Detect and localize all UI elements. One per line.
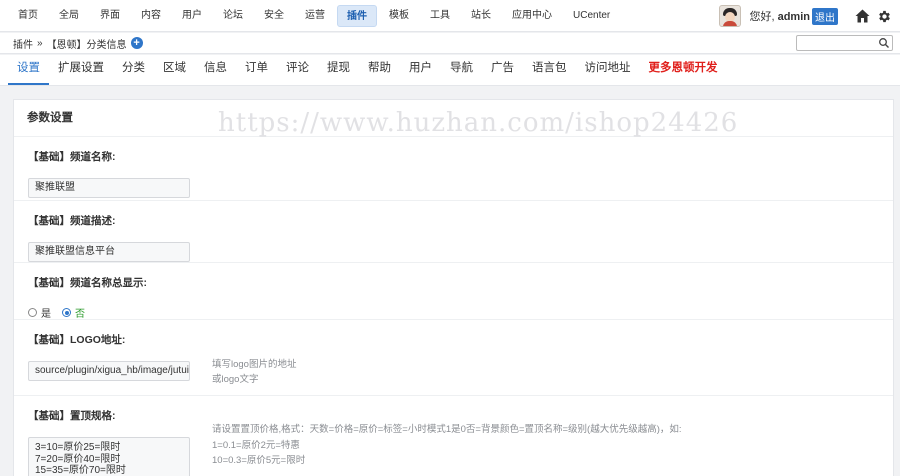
breadcrumb-current: 【恩顿】分类信息 [46, 39, 127, 51]
breadcrumb: 插件 » 【恩顿】分类信息 + [0, 33, 900, 54]
top-rules-hint-line-1: 请设置置顶价格,格式：天数=价格=原价=标签=小时模式1是0否=背景颜色=置顶名… [212, 424, 682, 435]
tab-categories[interactable]: 分类 [113, 54, 154, 85]
top-rules-line: 7=20=原价40=限时 [35, 453, 121, 465]
show-name-label: 【基础】频道名称总显示: [28, 277, 147, 289]
tab-access-url[interactable]: 访问地址 [576, 54, 640, 85]
panel-title: 参数设置 [14, 100, 893, 137]
search-icon[interactable] [878, 37, 890, 49]
gear-icon[interactable] [876, 8, 892, 24]
search-box [796, 35, 893, 52]
nav-item-operations[interactable]: 运营 [296, 5, 334, 27]
radio-yes[interactable] [28, 308, 37, 317]
user-greeting: 您好, admin [749, 11, 810, 23]
nav-item-home[interactable]: 首页 [9, 5, 47, 27]
logout-button[interactable]: 退出 [812, 7, 838, 25]
tab-ads[interactable]: 广告 [482, 54, 523, 85]
tab-users[interactable]: 用户 [400, 54, 441, 85]
nav-item-security[interactable]: 安全 [255, 5, 293, 27]
user-area: 您好, admin 退出 [719, 4, 892, 28]
show-name-radio-group: 是 否 [28, 305, 893, 320]
top-rules-line: 3=10=原价25=限时 [35, 442, 121, 453]
channel-name-label: 【基础】频道名称: [28, 151, 116, 163]
nav-item-webmaster[interactable]: 站长 [462, 5, 500, 27]
nav-item-plugins[interactable]: 插件 [337, 4, 377, 27]
username: admin [777, 11, 810, 23]
section-channel-name: 【基础】频道名称: 聚推联盟 [14, 137, 893, 201]
nav-item-content[interactable]: 内容 [132, 5, 170, 27]
nav-item-interface[interactable]: 界面 [91, 5, 129, 27]
tab-settings[interactable]: 设置 [8, 54, 49, 85]
nav-item-app-center[interactable]: 应用中心 [503, 5, 561, 27]
nav-item-ucenter[interactable]: UCenter [564, 5, 619, 27]
logo-hint-line-2: 或logo文字 [212, 374, 259, 385]
tab-orders[interactable]: 订单 [236, 54, 277, 85]
channel-desc-input[interactable]: 聚推联盟信息平台 [28, 242, 190, 262]
nav-item-forum[interactable]: 论坛 [214, 5, 252, 27]
nav-item-global[interactable]: 全局 [50, 5, 88, 27]
tab-language-pack[interactable]: 语言包 [523, 54, 576, 85]
logo-label: 【基础】LOGO地址: [28, 334, 126, 346]
search-input[interactable] [797, 37, 877, 52]
top-rules-hint: 请设置置顶价格,格式：天数=价格=原价=标签=小时模式1是0否=背景颜色=置顶名… [212, 422, 682, 469]
top-rules-textarea[interactable]: 3=10=原价25=限时 7=20=原价40=限时 15=35=原价70=限时 [28, 437, 190, 476]
top-rules-hint-line-3: 10=0.3=原价5元=限时 [212, 455, 306, 466]
radio-no[interactable] [62, 308, 71, 317]
home-icon[interactable] [854, 8, 870, 24]
section-channel-desc: 【基础】频道描述: 聚推联盟信息平台 [14, 201, 893, 263]
top-rules-label: 【基础】置顶规格: [28, 410, 116, 422]
nav-item-templates[interactable]: 模板 [380, 5, 418, 27]
section-top-rules: 【基础】置顶规格: 3=10=原价25=限时 7=20=原价40=限时 15=3… [14, 396, 893, 476]
radio-yes-label[interactable]: 是 [41, 305, 51, 320]
logo-url-input[interactable]: source/plugin/xigua_hb/image/jutuilo [28, 361, 190, 381]
top-rules-hint-line-2: 1=0.1=原价2元=特惠 [212, 439, 300, 451]
tab-withdraw[interactable]: 提现 [318, 54, 359, 85]
top-rules-line: 15=35=原价70=限时 [35, 465, 126, 476]
logo-hint-line-1: 填写logo图片的地址 [212, 359, 297, 370]
avatar[interactable] [719, 5, 742, 27]
more-developer-link[interactable]: 更多恩顿开发 [640, 54, 727, 85]
section-show-name: 【基础】频道名称总显示: 是 否 [14, 263, 893, 320]
nav-item-users[interactable]: 用户 [173, 5, 211, 27]
tab-info[interactable]: 信息 [195, 54, 236, 85]
radio-no-label[interactable]: 否 [75, 305, 85, 320]
top-navigation-bar: 首页 全局 界面 内容 用户 论坛 安全 运营 插件 模板 工具 站长 应用中心… [0, 0, 900, 32]
tab-extended-settings[interactable]: 扩展设置 [49, 54, 113, 85]
section-logo: 【基础】LOGO地址: source/plugin/xigua_hb/image… [14, 320, 893, 396]
nav-item-tools[interactable]: 工具 [421, 5, 459, 27]
tab-help[interactable]: 帮助 [359, 54, 400, 85]
breadcrumb-separator: » [37, 37, 43, 49]
tab-navigation[interactable]: 导航 [441, 54, 482, 85]
channel-name-input[interactable]: 聚推联盟 [28, 178, 190, 198]
channel-desc-label: 【基础】频道描述: [28, 215, 116, 227]
plugin-tab-bar: 设置 扩展设置 分类 区域 信息 订单 评论 提现 帮助 用户 导航 广告 语言… [0, 55, 900, 86]
add-icon[interactable]: + [130, 37, 143, 49]
top-nav-menu: 首页 全局 界面 内容 用户 论坛 安全 运营 插件 模板 工具 站长 应用中心… [0, 0, 622, 32]
breadcrumb-root[interactable]: 插件 [13, 36, 33, 51]
tab-comments[interactable]: 评论 [277, 54, 318, 85]
logo-hint: 填写logo图片的地址 或logo文字 [212, 357, 296, 387]
tab-regions[interactable]: 区域 [154, 54, 195, 85]
settings-panel: 参数设置 【基础】频道名称: 聚推联盟 【基础】频道描述: 聚推联盟信息平台 【… [13, 99, 894, 476]
